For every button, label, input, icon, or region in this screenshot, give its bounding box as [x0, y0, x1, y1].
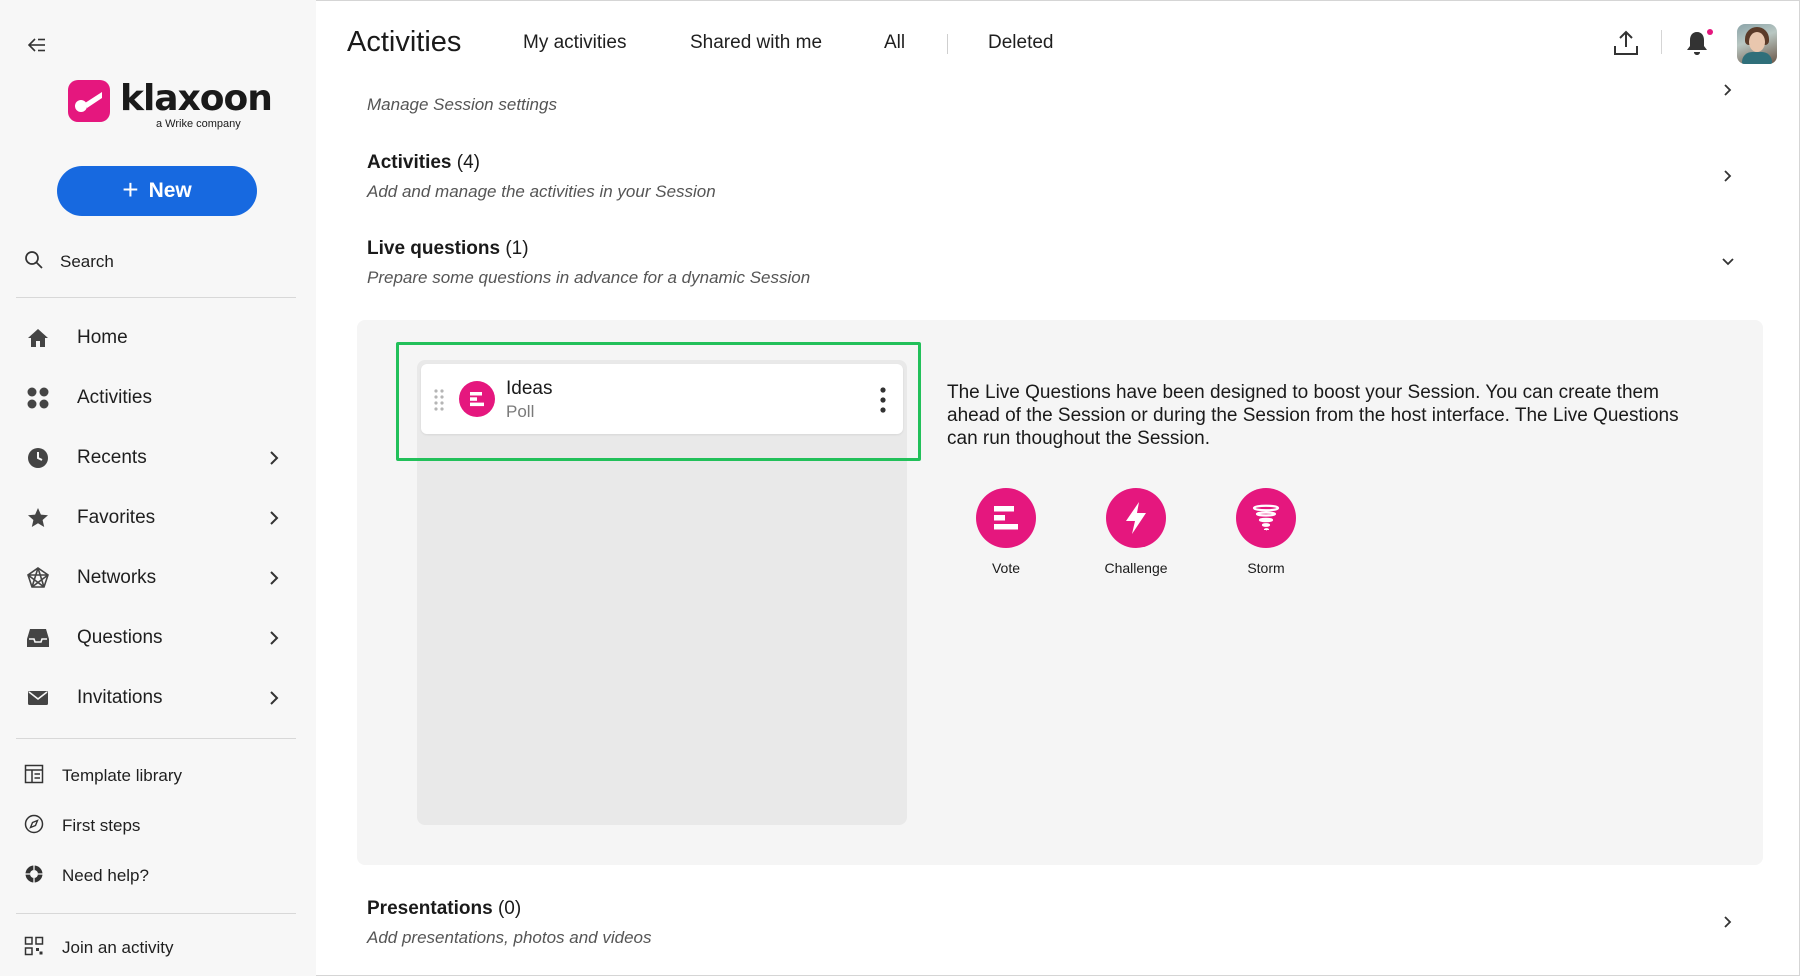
- new-button-label: New: [148, 179, 192, 202]
- sidebar-item-home[interactable]: Home: [22, 318, 294, 358]
- tab-all[interactable]: All: [884, 32, 905, 54]
- sidebar-item-label: Template library: [62, 766, 182, 785]
- grid-dots-icon: [22, 382, 54, 414]
- sidebar-item-label: First steps: [62, 816, 141, 835]
- sidebar-item-label: Recents: [77, 447, 147, 468]
- sidebar-item-networks[interactable]: Networks: [22, 558, 294, 598]
- tab-my-activities[interactable]: My activities: [523, 32, 626, 54]
- new-button[interactable]: + New: [57, 166, 257, 216]
- sidebar-item-favorites[interactable]: Favorites: [22, 498, 294, 538]
- page-title: Activities: [347, 26, 462, 58]
- lightning-icon: [1106, 488, 1166, 548]
- question-card[interactable]: Ideas Poll: [421, 364, 903, 434]
- help-icon: [24, 864, 44, 889]
- klaxoon-logo[interactable]: klaxoon a Wrike company: [68, 78, 273, 134]
- sidebar-item-label: Home: [77, 327, 128, 348]
- sidebar-item-recents[interactable]: Recents: [22, 438, 294, 478]
- sidebar-item-label: Invitations: [77, 687, 163, 708]
- join-activity-label: Join an activity: [62, 938, 174, 957]
- question-type-label: Storm: [1247, 560, 1285, 576]
- plus-icon: +: [122, 173, 139, 205]
- tornado-icon: [1236, 488, 1296, 548]
- section-title: Activities (4): [367, 152, 480, 173]
- chevron-right-icon[interactable]: [264, 448, 284, 468]
- qr-code-icon: [24, 936, 44, 961]
- tab-deleted[interactable]: Deleted: [988, 32, 1054, 54]
- sidebar-item-label: Activities: [77, 387, 152, 408]
- inbox-icon: [22, 622, 54, 654]
- tab-shared-with-me[interactable]: Shared with me: [690, 32, 822, 54]
- session-settings-subtitle: Manage Session settings: [367, 95, 557, 114]
- chevron-right-icon[interactable]: [264, 508, 284, 528]
- drag-handle-icon[interactable]: [433, 388, 445, 412]
- chevron-down-icon[interactable]: [1718, 252, 1738, 272]
- avatar[interactable]: [1737, 24, 1777, 64]
- network-icon: [22, 562, 54, 594]
- question-title: Ideas: [506, 378, 553, 399]
- header-separator: [1661, 30, 1662, 54]
- chevron-right-icon[interactable]: [264, 568, 284, 588]
- more-options-icon[interactable]: [873, 384, 893, 416]
- join-activity-button[interactable]: Join an activity: [24, 933, 174, 963]
- star-icon: [22, 502, 54, 534]
- chevron-right-icon[interactable]: [264, 628, 284, 648]
- sidebar-item-questions[interactable]: Questions: [22, 618, 294, 658]
- poll-icon: [459, 381, 495, 417]
- add-vote-button[interactable]: Vote: [951, 488, 1061, 576]
- sidebar-item-template-library[interactable]: Template library: [24, 761, 182, 791]
- sidebar-item-label: Favorites: [77, 507, 156, 528]
- tab-separator: [947, 34, 948, 54]
- logo-wordmark: klaxoon: [120, 78, 273, 119]
- template-icon: [24, 764, 44, 789]
- klaxoon-logo-icon: [68, 80, 110, 122]
- sidebar-item-first-steps[interactable]: First steps: [24, 811, 140, 841]
- sidebar-item-need-help[interactable]: Need help?: [24, 861, 149, 891]
- notification-dot: [1707, 29, 1713, 35]
- sidebar-item-label: Networks: [77, 567, 157, 588]
- add-storm-button[interactable]: Storm: [1211, 488, 1321, 576]
- envelope-icon: [22, 682, 54, 714]
- collapse-sidebar-icon[interactable]: [24, 32, 50, 58]
- home-icon: [22, 322, 54, 354]
- clock-icon: [22, 442, 54, 474]
- add-challenge-button[interactable]: Challenge: [1081, 488, 1191, 576]
- sidebar-divider: [16, 738, 296, 739]
- sidebar-item-invitations[interactable]: Invitations: [22, 678, 294, 718]
- sidebar-item-label: Need help?: [62, 866, 149, 885]
- chevron-right-icon[interactable]: [1718, 80, 1738, 100]
- vote-icon: [976, 488, 1036, 548]
- question-type-label: Vote: [991, 560, 1021, 576]
- section-title: Presentations (0): [367, 898, 522, 919]
- sidebar-item-activities[interactable]: Activities: [22, 378, 294, 418]
- sidebar: klaxoon a Wrike company + New Search Hom…: [0, 0, 316, 976]
- chevron-right-icon[interactable]: [264, 688, 284, 708]
- section-subtitle: Add and manage the activities in your Se…: [367, 182, 716, 201]
- sidebar-item-label: Questions: [77, 627, 163, 648]
- sidebar-divider: [16, 297, 296, 298]
- logo-subtitle: a Wrike company: [156, 118, 241, 130]
- section-title: Live questions (1): [367, 238, 529, 259]
- sidebar-divider: [16, 913, 296, 914]
- upload-icon[interactable]: [1609, 26, 1643, 60]
- section-subtitle: Add presentations, photos and videos: [367, 928, 652, 947]
- section-subtitle: Prepare some questions in advance for a …: [367, 268, 811, 287]
- live-questions-description: The Live Questions have been designed to…: [947, 382, 1679, 449]
- compass-icon: [24, 814, 44, 839]
- search-label: Search: [60, 252, 114, 271]
- question-type-label: Challenge: [1104, 560, 1168, 576]
- question-type: Poll: [506, 402, 535, 421]
- search-icon: [24, 250, 44, 275]
- chevron-right-icon[interactable]: [1718, 912, 1738, 932]
- chevron-right-icon[interactable]: [1718, 166, 1738, 186]
- search-button[interactable]: Search: [24, 246, 114, 278]
